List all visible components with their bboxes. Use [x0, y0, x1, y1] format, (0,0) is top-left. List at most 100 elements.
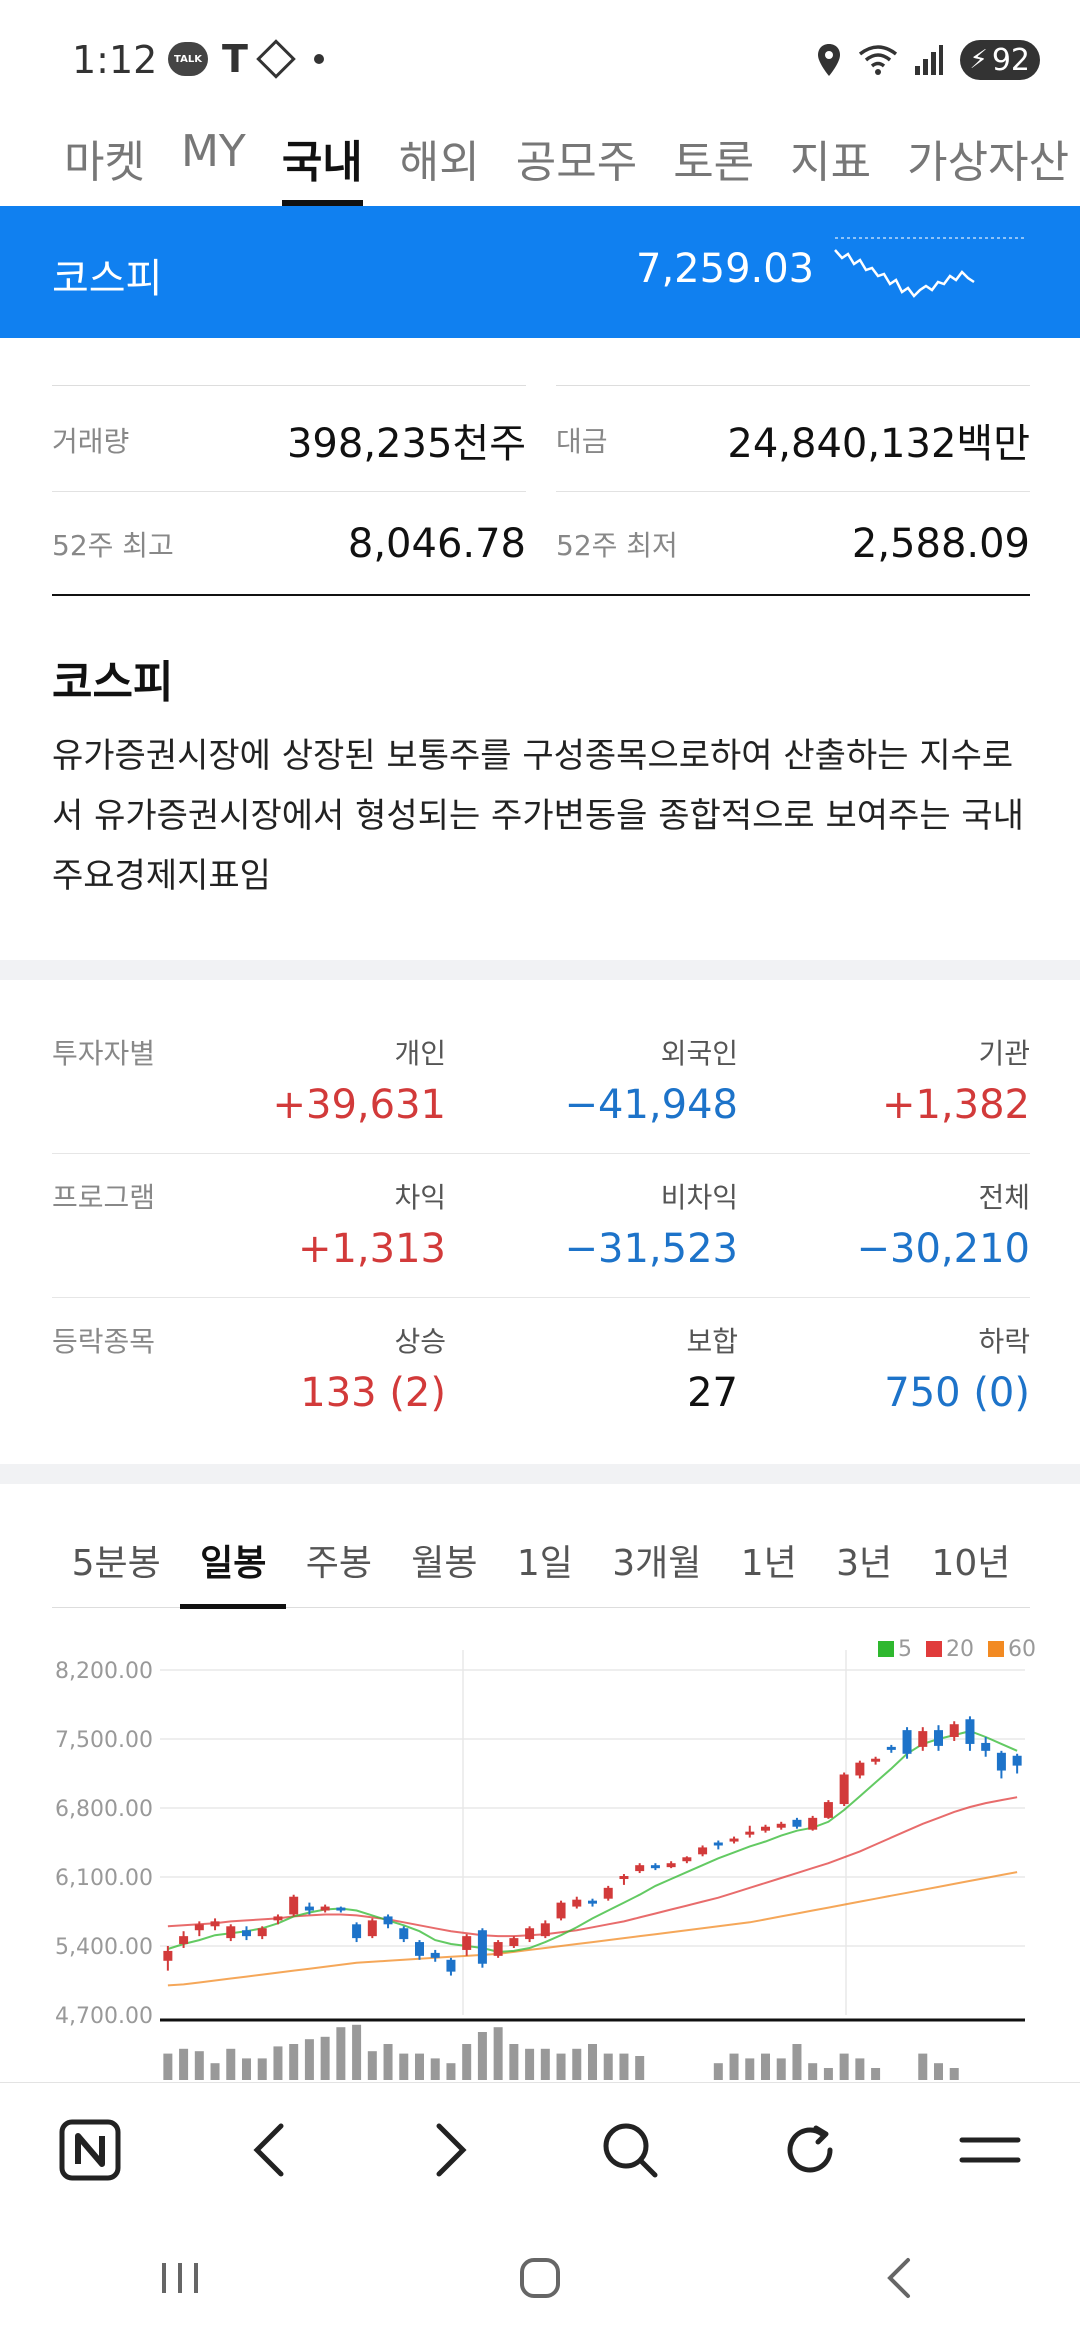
legend-swatch: [988, 1641, 1004, 1657]
candle-body: [871, 1758, 881, 1762]
tab-1year[interactable]: 1년: [721, 1510, 816, 1607]
system-back-icon[interactable]: [870, 2248, 930, 2308]
tab-1day[interactable]: 1일: [497, 1510, 592, 1607]
volume-bar: [871, 2068, 881, 2080]
legend-label: 20: [946, 1637, 974, 1662]
candle-body: [210, 1921, 220, 1927]
volume-bar: [257, 2058, 267, 2080]
volume-bar: [603, 2053, 613, 2080]
naver-home-icon[interactable]: [50, 2110, 130, 2190]
candlestick-chart[interactable]: 8,200.00 7,500.00 6,800.00 6,100.00 5,400.00…: [0, 1620, 1080, 2080]
foreign-header: 외국인: [660, 1037, 738, 1070]
partial-row: [52, 338, 1030, 388]
candle-body: [650, 1865, 660, 1869]
program-total-header: 전체: [978, 1181, 1030, 1214]
volume-bar: [179, 2048, 189, 2080]
volume-bar: [352, 2024, 362, 2080]
candle-body: [603, 1887, 613, 1899]
tab-discussion[interactable]: 토론: [663, 120, 764, 206]
volume-bar: [823, 2068, 833, 2080]
volume-bar: [839, 2053, 849, 2080]
volume-bar: [572, 2048, 582, 2080]
non-arbitrage-header: 비차익: [660, 1181, 738, 1214]
trading-summary: 투자자별 개인 +39,631 외국인 −41,948 기관 +1,382 프로그램 …: [52, 1010, 1030, 1442]
candle-body: [179, 1936, 189, 1945]
y-tick-label: 6,100.00: [55, 1866, 153, 1891]
candle-body: [257, 1928, 267, 1937]
candle-body: [367, 1920, 377, 1937]
tab-my[interactable]: MY: [171, 120, 256, 206]
candle-body: [776, 1823, 786, 1828]
candle-body: [226, 1926, 236, 1939]
home-icon[interactable]: [510, 2248, 570, 2308]
tab-5min[interactable]: 5분봉: [52, 1510, 180, 1607]
volume-bar: [619, 2053, 629, 2080]
y-tick-label: 6,800.00: [55, 1797, 153, 1822]
menu-icon[interactable]: [950, 2110, 1030, 2190]
volume-bar: [493, 2027, 503, 2080]
forward-icon[interactable]: [410, 2110, 490, 2190]
tab-indicators[interactable]: 지표: [780, 120, 881, 206]
candle-body: [902, 1730, 912, 1754]
tab-ipo[interactable]: 공모주: [506, 120, 647, 206]
candle-body: [415, 1942, 424, 1956]
non-arbitrage-value: −31,523: [564, 1226, 738, 1272]
candle-body: [525, 1928, 535, 1940]
candle-body: [918, 1731, 928, 1747]
volume-bar: [383, 2044, 393, 2080]
top-tabs: 마켓 MY 국내 해외 공모주 토론 지표 가상자산: [0, 120, 1080, 206]
candle-body: [666, 1863, 676, 1868]
volume-bar: [949, 2068, 959, 2080]
tab-weekly[interactable]: 주봉: [286, 1510, 392, 1607]
volume-bar: [415, 2053, 424, 2080]
banner-sparkline: [834, 237, 1025, 298]
section-divider: [0, 960, 1080, 980]
index-banner[interactable]: 코스피 7,259.03: [0, 206, 1080, 338]
volume-bar: [540, 2048, 550, 2080]
candle-body: [446, 1959, 456, 1972]
tab-overseas[interactable]: 해외: [389, 120, 490, 206]
tab-market[interactable]: 마켓: [54, 120, 155, 206]
program-row: 프로그램 차익 +1,313 비차익 −31,523 전체 −30,210: [52, 1154, 1030, 1298]
recent-apps-icon[interactable]: [150, 2253, 210, 2303]
candle-body: [399, 1928, 409, 1940]
tab-10year[interactable]: 10년: [912, 1510, 1030, 1607]
candle-body: [540, 1923, 550, 1937]
status-time: 1:12: [72, 38, 158, 82]
volume-bar: [163, 2053, 173, 2080]
volume-bar: [289, 2044, 299, 2080]
investor-label: 투자자별: [52, 1037, 156, 1070]
candle-body: [194, 1924, 204, 1931]
candle-body: [588, 1900, 597, 1904]
candle-body: [839, 1774, 849, 1805]
candle-body: [996, 1752, 1006, 1771]
dot-icon: [313, 54, 324, 64]
candle-body: [430, 1952, 440, 1958]
candle-body: [352, 1924, 362, 1939]
tab-domestic[interactable]: 국내: [272, 120, 373, 206]
system-icons: ⚡ 92: [816, 40, 1040, 80]
individual-header: 개인: [394, 1037, 446, 1070]
volume-bar: [462, 2044, 472, 2080]
legend-swatch: [878, 1641, 894, 1657]
legend-swatch: [926, 1641, 942, 1657]
decliners-value: 750 (0): [884, 1370, 1030, 1416]
tab-monthly[interactable]: 월봉: [392, 1510, 498, 1607]
tab-crypto[interactable]: 가상자산: [897, 120, 1079, 206]
candle-body: [462, 1936, 472, 1950]
system-navigation: [0, 2216, 1080, 2340]
banner-index-value: 7,259.03: [636, 246, 815, 292]
volume-bar: [210, 2063, 220, 2080]
tab-3year[interactable]: 3년: [816, 1510, 911, 1607]
search-icon[interactable]: [590, 2110, 670, 2190]
volume-bar: [792, 2044, 802, 2080]
candle-body: [698, 1847, 708, 1855]
tab-daily[interactable]: 일봉: [180, 1510, 286, 1609]
candle-body: [808, 1817, 818, 1830]
refresh-icon[interactable]: [770, 2110, 850, 2190]
arbitrage-value: +1,313: [297, 1226, 446, 1272]
tab-3month[interactable]: 3개월: [593, 1510, 721, 1607]
back-icon[interactable]: [230, 2110, 310, 2190]
signal-icon: [914, 45, 943, 75]
volume-bar: [588, 2044, 597, 2080]
